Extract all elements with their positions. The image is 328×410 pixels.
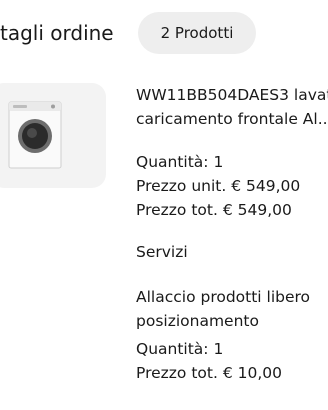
order-details-title: tagli ordine: [0, 21, 114, 45]
service-name-line2: posizionamento: [136, 312, 259, 330]
washing-machine-icon: [8, 101, 62, 169]
product-name-line2: caricamento frontale Al...: [136, 110, 328, 128]
product-unit-price: Prezzo unit. € 549,00: [136, 177, 301, 195]
services-heading: Servizi: [136, 243, 188, 261]
service-name-line1: Allaccio prodotti libero: [136, 288, 311, 306]
product-name[interactable]: WW11BB504DAES3 lavatr caricamento fronta…: [136, 83, 328, 131]
product-count-badge: 2 Prodotti: [138, 12, 256, 54]
product-quantity: Quantità: 1: [136, 153, 224, 171]
product-name-line1: WW11BB504DAES3 lavatr: [136, 86, 328, 104]
product-total-price: Prezzo tot. € 549,00: [136, 201, 292, 219]
service-quantity: Quantità: 1: [136, 340, 224, 358]
product-image[interactable]: [0, 83, 106, 188]
service-total-price: Prezzo tot. € 10,00: [136, 364, 282, 382]
